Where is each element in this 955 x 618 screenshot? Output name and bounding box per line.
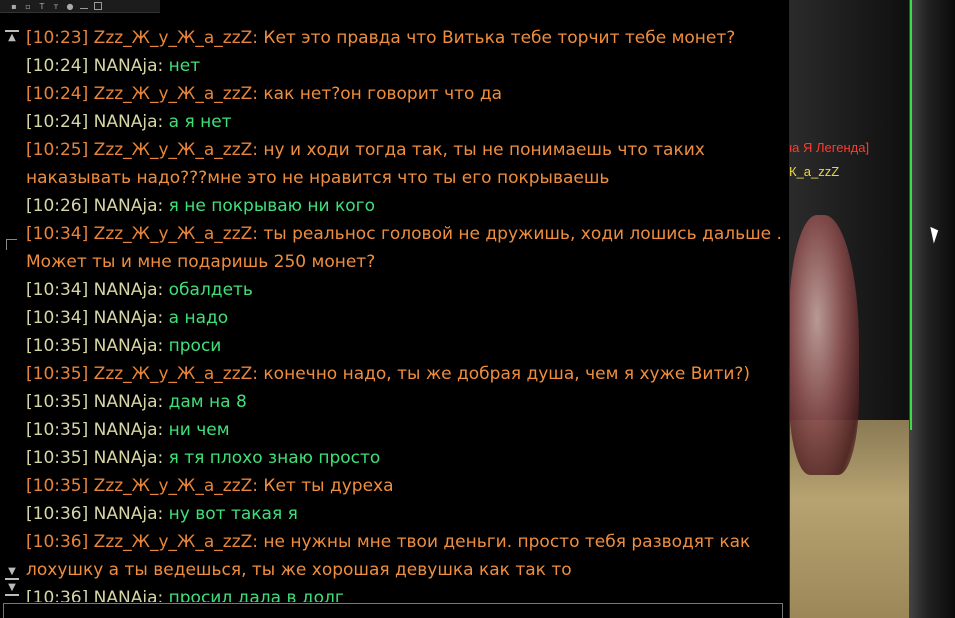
font-icon[interactable]: T [38, 2, 46, 11]
message-time: [10:35] [26, 336, 89, 356]
chat-message: [10:34] Zzz_Ж_у_Ж_а_zzZ: ты реальнос гол… [26, 220, 784, 276]
message-nick[interactable]: Zzz_Ж_у_Ж_а_zzZ: [94, 140, 258, 160]
message-nick[interactable]: NANAja: [94, 56, 164, 76]
chat-message: [10:36] Zzz_Ж_у_Ж_а_zzZ: не нужны мне тв… [26, 528, 784, 584]
scroll-bottom-icon[interactable]: ▼ [5, 582, 19, 596]
chat-message: [10:25] Zzz_Ж_у_Ж_а_zzZ: ну и ходи тогда… [26, 136, 784, 192]
message-text: я тя плохо знаю просто [168, 448, 381, 468]
chat-message: [10:24] NANAja: а я нет [26, 108, 784, 136]
chat-toolbar: ▪ ▫ T т ● [0, 0, 160, 13]
message-nick[interactable]: NANAja: [94, 588, 164, 602]
message-nick[interactable]: NANAja: [94, 280, 164, 300]
message-text: Кет это правда что Витька тебе торчит те… [263, 28, 736, 48]
chat-message: [10:34] NANAja: а надо [26, 304, 784, 332]
chat-message: [10:26] NANAja: я не покрываю ни кого [26, 192, 784, 220]
message-time: [10:36] [26, 588, 89, 602]
message-text: проси [168, 336, 222, 356]
message-nick[interactable]: NANAja: [94, 504, 164, 524]
message-text: ну вот такая я [168, 504, 298, 524]
message-text: а надо [168, 308, 229, 328]
message-time: [10:35] [26, 392, 89, 412]
message-nick[interactable]: NANAja: [94, 448, 164, 468]
font-small-icon[interactable]: т [52, 2, 60, 11]
message-time: [10:36] [26, 504, 89, 524]
chat-window: ▪ ▫ T т ● ▲ ▼ ▼ [10:23] Zzz_Ж_у_Ж_а_zzZ:… [0, 0, 790, 618]
copy-icon[interactable]: ▪ [10, 2, 18, 11]
message-nick[interactable]: Zzz_Ж_у_Ж_а_zzZ: [94, 28, 258, 48]
chat-message: [10:35] NANAja: я тя плохо знаю просто [26, 444, 784, 472]
chat-message: [10:35] NANAja: ни чем [26, 416, 784, 444]
chat-message: [10:35] NANAja: проси [26, 332, 784, 360]
message-nick[interactable]: NANAja: [94, 336, 164, 356]
message-time: [10:34] [26, 308, 89, 328]
message-text: нет [168, 56, 201, 76]
chat-bubble-icon[interactable]: ● [66, 2, 74, 11]
message-time: [10:23] [26, 28, 89, 48]
selection-outline [910, 0, 912, 430]
message-nick[interactable]: NANAja: [94, 308, 164, 328]
message-nick[interactable]: Zzz_Ж_у_Ж_а_zzZ: [94, 476, 258, 496]
message-time: [10:24] [26, 84, 89, 104]
chat-input[interactable] [3, 603, 783, 618]
scroll-marker [6, 239, 17, 250]
message-time: [10:35] [26, 448, 89, 468]
message-time: [10:34] [26, 280, 89, 300]
message-time: [10:34] [26, 224, 89, 244]
chat-message: [10:35] Zzz_Ж_у_Ж_а_zzZ: конечно надо, т… [26, 360, 784, 388]
message-text: а я нет [168, 112, 232, 132]
message-text: конечно надо, ты же добрая душа, чем я х… [263, 364, 751, 384]
message-time: [10:25] [26, 140, 89, 160]
message-text: ни чем [168, 420, 230, 440]
message-text: обалдеть [168, 280, 253, 300]
message-time: [10:35] [26, 420, 89, 440]
message-nick[interactable]: Zzz_Ж_у_Ж_а_zzZ: [94, 84, 258, 104]
message-text: как нет?он говорит что да [263, 84, 503, 104]
message-nick[interactable]: NANAja: [94, 196, 164, 216]
player-name: К_а_zzZ [789, 164, 840, 179]
message-text: Кет ты дуреха [263, 476, 394, 496]
player-avatar[interactable] [789, 215, 859, 475]
message-time: [10:35] [26, 476, 89, 496]
message-time: [10:26] [26, 196, 89, 216]
message-time: [10:36] [26, 532, 89, 552]
chat-message: [10:23] Zzz_Ж_у_Ж_а_zzZ: Кет это правда … [26, 24, 784, 52]
chat-message: [10:34] NANAja: обалдеть [26, 276, 784, 304]
message-nick[interactable]: NANAja: [94, 392, 164, 412]
message-time: [10:24] [26, 56, 89, 76]
paste-icon[interactable]: ▫ [24, 2, 32, 11]
chat-message: [10:35] Zzz_Ж_у_Ж_а_zzZ: Кет ты дуреха [26, 472, 784, 500]
message-nick[interactable]: Zzz_Ж_у_Ж_а_zzZ: [94, 224, 258, 244]
message-text: дам на 8 [168, 392, 247, 412]
message-nick[interactable]: NANAja: [94, 420, 164, 440]
chat-scrollbar[interactable]: ▲ ▼ ▼ [0, 12, 24, 602]
message-text: просил дала в долг [168, 588, 344, 602]
chat-message: [10:24] Zzz_Ж_у_Ж_а_zzZ: как нет?он гово… [26, 80, 784, 108]
player-title: на Я Легенда] [789, 140, 870, 155]
maximize-icon[interactable] [94, 2, 102, 10]
message-nick[interactable]: NANAja: [94, 112, 164, 132]
chat-message: [10:35] NANAja: дам на 8 [26, 388, 784, 416]
scroll-up-icon[interactable]: ▲ [5, 30, 19, 44]
scene-pillar [909, 0, 955, 618]
chat-message: [10:36] NANAja: просил дала в долг [26, 584, 784, 602]
message-time: [10:24] [26, 112, 89, 132]
game-scene: на Я Легенда] К_а_zzZ [789, 0, 955, 618]
message-nick[interactable]: Zzz_Ж_у_Ж_а_zzZ: [94, 532, 258, 552]
message-nick[interactable]: Zzz_Ж_у_Ж_а_zzZ: [94, 364, 258, 384]
chat-log: [10:23] Zzz_Ж_у_Ж_а_zzZ: Кет это правда … [26, 24, 784, 602]
scroll-down-icon[interactable]: ▼ [5, 566, 19, 580]
message-text: я не покрываю ни кого [168, 196, 375, 216]
chat-message: [10:36] NANAja: ну вот такая я [26, 500, 784, 528]
minimize-icon[interactable] [80, 3, 88, 9]
message-time: [10:35] [26, 364, 89, 384]
chat-message: [10:24] NANAja: нет [26, 52, 784, 80]
